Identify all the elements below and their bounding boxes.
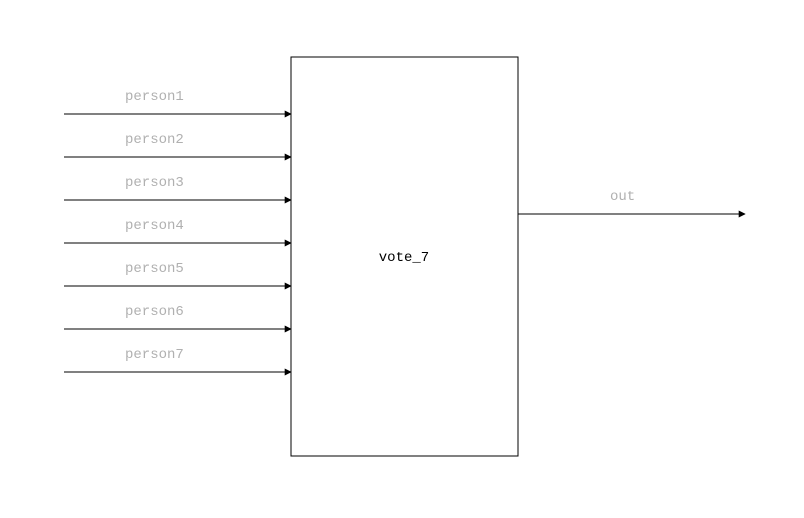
port-label: person4 bbox=[125, 218, 184, 234]
input-port-person4: person4 bbox=[64, 218, 291, 243]
port-label: person5 bbox=[125, 261, 184, 277]
output-port-out: out bbox=[518, 189, 745, 214]
input-port-person5: person5 bbox=[64, 261, 291, 286]
input-port-person2: person2 bbox=[64, 132, 291, 157]
input-port-person1: person1 bbox=[64, 89, 291, 114]
input-port-person7: person7 bbox=[64, 347, 291, 372]
input-port-person3: person3 bbox=[64, 175, 291, 200]
module-name: vote_7 bbox=[379, 250, 429, 266]
block-diagram: vote_7 person1 person2 person3 person4 p… bbox=[0, 0, 804, 518]
input-port-person6: person6 bbox=[64, 304, 291, 329]
port-label: person6 bbox=[125, 304, 184, 320]
port-label: person2 bbox=[125, 132, 184, 148]
port-label: person7 bbox=[125, 347, 184, 363]
port-label: person1 bbox=[125, 89, 184, 105]
port-label: out bbox=[610, 189, 635, 205]
port-label: person3 bbox=[125, 175, 184, 191]
